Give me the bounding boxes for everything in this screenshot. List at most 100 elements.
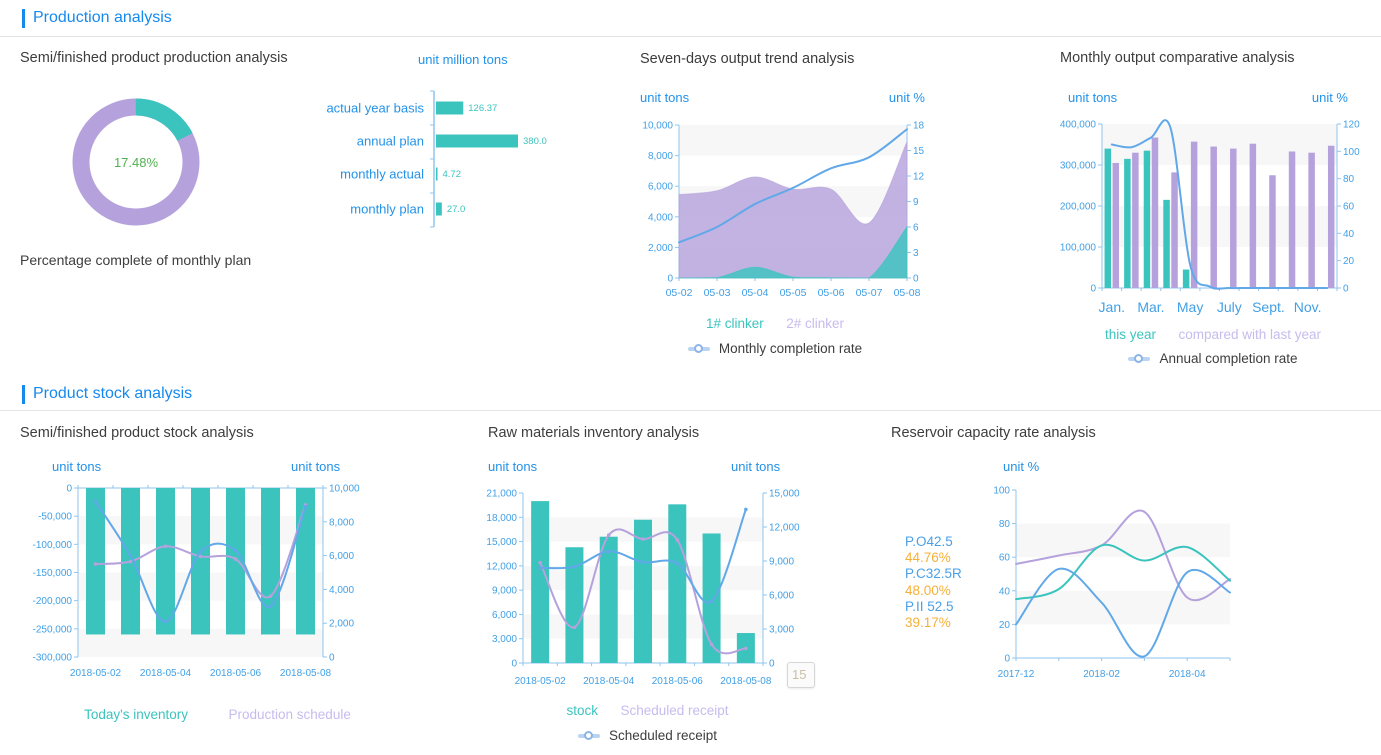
svg-text:100: 100 [993,486,1010,497]
divider [0,36,1381,37]
stat-name: P.II 52.5 [905,599,962,615]
svg-text:200,000: 200,000 [1060,202,1097,213]
legend-row: Today's inventory Production schedule [20,706,415,724]
unit-label-tons-left: unit tons [1068,90,1117,105]
unit-label-million-tons: unit million tons [418,52,508,67]
divider [0,410,1381,411]
svg-text:monthly plan: monthly plan [350,202,424,217]
svg-text:126.37: 126.37 [468,103,497,114]
legend-item-scheduled-receipt-rate[interactable]: Scheduled receipt [475,728,820,743]
donut-caption: Percentage complete of monthly plan [20,252,251,268]
hbar-chart-production: actual year basis126.37annual plan380.0m… [320,88,620,248]
legend-item-stock[interactable]: stock [566,703,598,718]
svg-text:100,000: 100,000 [1060,243,1097,254]
panel-title-stock-analysis: Semi/finished product stock analysis [20,425,254,441]
svg-text:-200,000: -200,000 [33,596,73,607]
unit-label-percent-right: unit % [860,90,925,105]
svg-text:3,000: 3,000 [769,625,794,636]
svg-text:120: 120 [1343,120,1360,131]
svg-text:actual year basis: actual year basis [326,101,424,116]
svg-text:80: 80 [999,519,1011,530]
svg-text:40: 40 [1343,229,1355,240]
svg-text:July: July [1217,299,1242,315]
svg-text:3: 3 [913,248,919,259]
svg-text:4,000: 4,000 [329,585,354,596]
svg-text:monthly actual: monthly actual [340,167,424,182]
unit-label-percent: unit % [1003,459,1039,474]
legend-item-annual-completion-rate[interactable]: Annual completion rate [1045,351,1381,366]
unit-label-tons-right: unit tons [731,459,780,474]
svg-text:-300,000: -300,000 [33,653,73,664]
svg-text:-150,000: -150,000 [33,568,73,579]
svg-text:12: 12 [913,172,925,183]
svg-text:0: 0 [1004,654,1010,665]
legend-item-scheduled-receipt[interactable]: Scheduled receipt [620,703,728,718]
legend-row: this year compared with last year [1045,326,1381,344]
svg-text:18: 18 [913,121,925,132]
section-accent-bar [22,385,25,404]
svg-text:20: 20 [999,620,1011,631]
svg-text:6,000: 6,000 [648,182,673,193]
stat-value: 44.76% [905,550,962,566]
legend-item-monthly-completion-rate[interactable]: Monthly completion rate [625,341,925,356]
data-zoom-handle[interactable]: 15 [787,662,815,688]
svg-text:6,000: 6,000 [769,591,794,602]
line-dot-icon [1128,357,1150,361]
line-dot-icon [578,734,600,738]
svg-text:300,000: 300,000 [1060,161,1097,172]
svg-text:8,000: 8,000 [648,151,673,162]
svg-text:2018-05-06: 2018-05-06 [210,668,262,679]
unit-label-tons-left: unit tons [640,90,689,105]
stat-value: 39.17% [905,615,962,631]
panel-title-seven-days: Seven-days output trend analysis [640,51,854,67]
legend-item-todays-inventory[interactable]: Today's inventory [84,707,188,722]
svg-text:0: 0 [913,274,919,285]
unit-label-tons-right: unit tons [291,459,340,474]
svg-text:05-06: 05-06 [818,287,845,299]
svg-text:Mar.: Mar. [1137,299,1164,315]
legend-item-last-year[interactable]: compared with last year [1178,327,1321,342]
svg-text:Jan.: Jan. [1099,299,1125,315]
svg-text:0: 0 [511,659,517,670]
legend-item-this-year[interactable]: this year [1105,327,1156,342]
svg-text:27.0: 27.0 [447,204,466,215]
svg-text:6: 6 [913,223,919,234]
svg-text:2018-05-08: 2018-05-08 [280,668,332,679]
svg-text:21,000: 21,000 [486,489,517,500]
stat-value: 48.00% [905,583,962,599]
bar-line-chart-stock: 0-50,000-100,000-150,000-200,000-250,000… [20,480,415,685]
unit-label-percent-right: unit % [1288,90,1348,105]
svg-text:10,000: 10,000 [329,484,360,495]
svg-text:May: May [1177,299,1203,315]
svg-text:20: 20 [1343,256,1355,267]
line-dot-icon [688,347,710,351]
svg-text:0: 0 [1090,284,1096,295]
svg-text:0: 0 [66,484,72,495]
reservoir-stats: P.O42.5 44.76% P.C32.5R 48.00% P.II 52.5… [905,534,962,631]
svg-text:05-04: 05-04 [742,287,769,299]
area-chart-seven-days: 10,0008,0006,0004,0002,0000181512963005-… [620,110,940,310]
legend-row: 1# clinker 2# clinker [625,315,925,333]
svg-text:60: 60 [1343,202,1355,213]
svg-text:05-02: 05-02 [666,287,693,299]
svg-text:9,000: 9,000 [492,586,517,597]
svg-text:05-05: 05-05 [780,287,807,299]
svg-text:0: 0 [1343,284,1349,295]
svg-text:05-08: 05-08 [894,287,921,299]
svg-text:12,000: 12,000 [769,523,800,534]
svg-text:15,000: 15,000 [486,537,517,548]
svg-text:2018-05-04: 2018-05-04 [583,676,635,687]
legend-item-production-schedule[interactable]: Production schedule [229,707,351,722]
svg-text:2018-05-04: 2018-05-04 [140,668,192,679]
bar-chart-monthly-output: 400,000300,000200,000100,000012010080604… [1045,108,1381,323]
legend-item-2-clinker[interactable]: 2# clinker [786,316,844,331]
svg-text:0: 0 [329,653,335,664]
legend-item-1-clinker[interactable]: 1# clinker [706,316,764,331]
svg-text:-50,000: -50,000 [38,512,72,523]
svg-text:80: 80 [1343,174,1355,185]
section-title-production: Production analysis [33,9,172,27]
svg-text:0: 0 [667,274,673,285]
svg-text:annual plan: annual plan [357,134,424,149]
svg-text:400,000: 400,000 [1060,120,1097,131]
svg-text:2,000: 2,000 [648,243,673,254]
